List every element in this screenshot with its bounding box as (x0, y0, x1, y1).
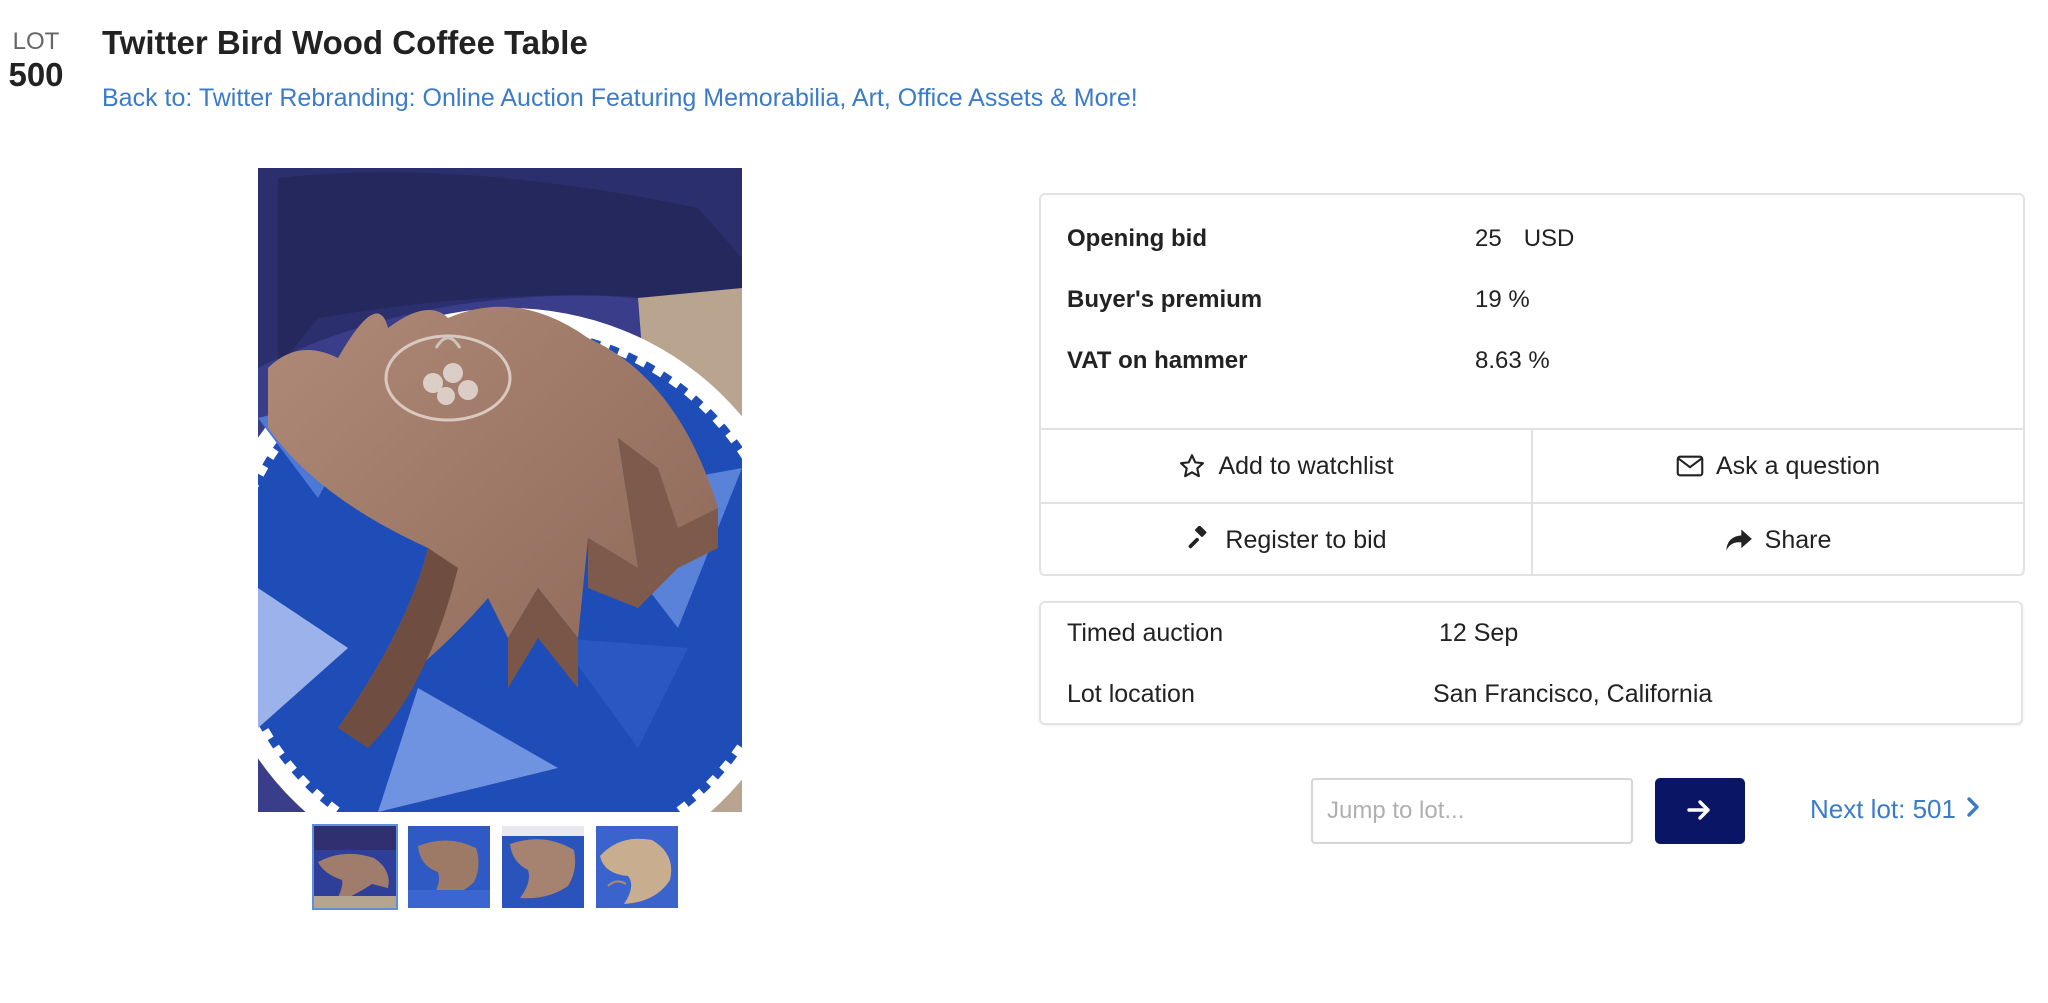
vat-label: VAT on hammer (1067, 347, 1248, 374)
lot-location-label: Lot location (1067, 680, 1195, 708)
bid-info-panel: Opening bid 25 USD Buyer's premium 19 % V… (1039, 193, 2025, 576)
thumbnail-3[interactable] (500, 824, 586, 910)
opening-bid-currency: USD (1523, 225, 1575, 252)
thumbnail-2[interactable] (406, 824, 492, 910)
opening-bid-label: Opening bid (1067, 225, 1207, 252)
ask-question-button[interactable]: Ask a question (1533, 430, 2023, 504)
envelope-icon (1676, 454, 1704, 478)
jump-to-lot-input[interactable] (1311, 778, 1633, 844)
page-title: Twitter Bird Wood Coffee Table (102, 24, 588, 61)
go-button[interactable] (1655, 778, 1745, 844)
thumbnail-strip (312, 824, 680, 910)
lot-number: 500 (8, 56, 64, 93)
opening-bid-value: 25 USD (1475, 225, 1574, 253)
arrow-right-icon (1687, 799, 1713, 824)
star-outline-icon (1178, 452, 1206, 480)
back-to-auction-link[interactable]: Back to: Twitter Rebranding: Online Auct… (102, 84, 1138, 113)
action-grid: Add to watchlist Ask a question Register… (1041, 428, 2023, 576)
chevron-right-icon (1966, 794, 1980, 825)
thumbnail-1[interactable] (312, 824, 398, 910)
share-label: Share (1764, 525, 1832, 554)
gavel-icon (1185, 526, 1213, 554)
lot-location-value: San Francisco, California (1433, 680, 1713, 708)
timed-auction-date: 12 Sep (1439, 619, 1519, 647)
vat-value: 8.63 % (1475, 347, 1550, 374)
opening-bid-amount: 25 (1475, 225, 1502, 252)
timed-auction-label: Timed auction (1067, 619, 1224, 647)
register-to-bid-label: Register to bid (1225, 525, 1387, 554)
register-to-bid-button[interactable]: Register to bid (1041, 504, 1533, 576)
thumbnail-4[interactable] (594, 824, 680, 910)
next-lot-link[interactable]: Next lot: 501 (1810, 794, 1980, 825)
buyers-premium-value: 19 % (1475, 286, 1530, 313)
lot-label: LOT (12, 28, 60, 55)
share-button[interactable]: Share (1533, 504, 2023, 576)
next-lot-label: Next lot: 501 (1810, 794, 1956, 824)
auction-details-panel: Timed auction 12 Sep Lot location San Fr… (1039, 601, 2023, 725)
buyers-premium-label: Buyer's premium (1067, 286, 1263, 313)
main-product-image[interactable] (258, 168, 742, 812)
add-to-watchlist-label: Add to watchlist (1218, 451, 1394, 480)
add-to-watchlist-button[interactable]: Add to watchlist (1041, 430, 1533, 504)
ask-question-label: Ask a question (1716, 451, 1880, 480)
share-arrow-icon (1725, 528, 1753, 552)
